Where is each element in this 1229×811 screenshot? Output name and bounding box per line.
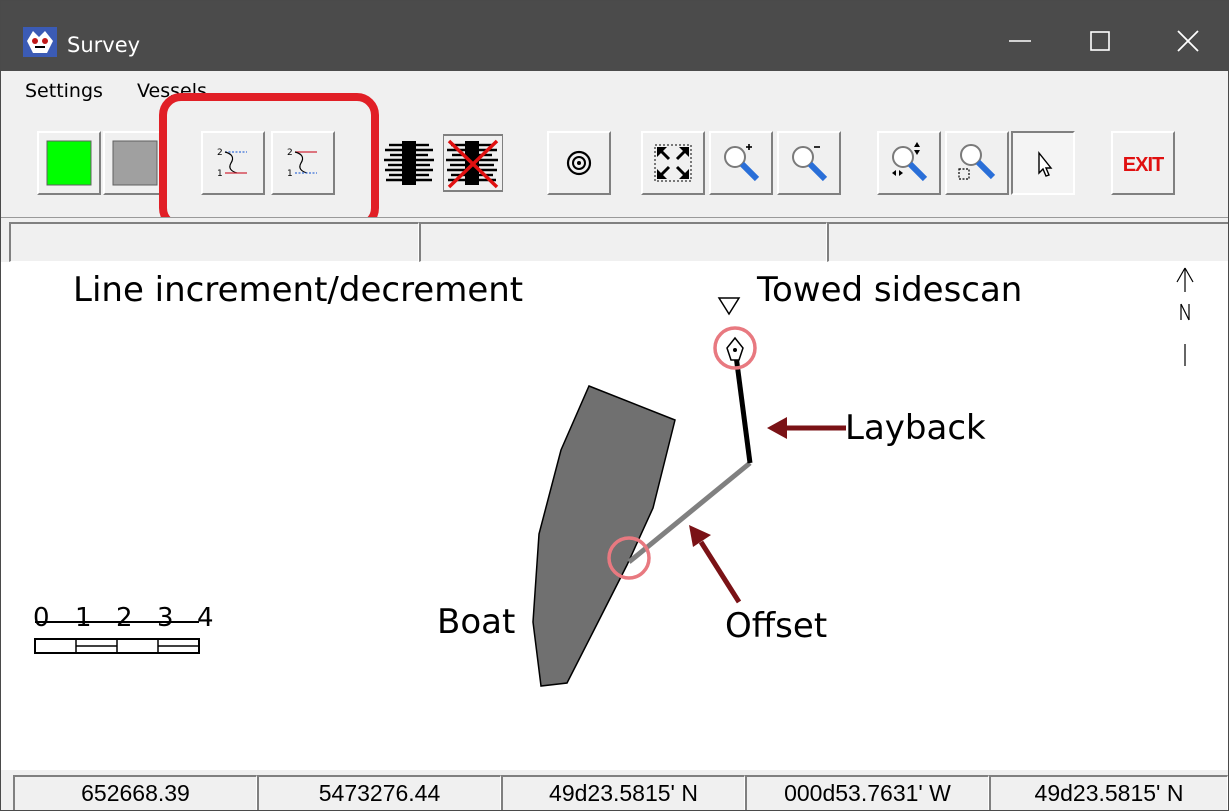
highlight-rectangle — [159, 93, 379, 230]
info-panel-2 — [419, 222, 827, 262]
scale-label-1: 1 — [75, 603, 92, 633]
close-icon — [1177, 30, 1199, 52]
map-drawing: 0 1 2 3 4 — [33, 267, 1194, 687]
scale-label-0: 0 — [33, 603, 50, 633]
pointer-icon — [1038, 151, 1053, 177]
zoom-window-icon — [958, 144, 996, 180]
status-latitude-2: 49d23.5815' N — [989, 775, 1228, 810]
zoom-extents-button[interactable] — [641, 131, 705, 195]
scale-label-4: 4 — [197, 603, 214, 633]
info-panel-3 — [827, 222, 1228, 262]
menu-settings[interactable]: Settings — [25, 80, 103, 102]
minimize-icon — [1009, 40, 1031, 42]
exit-label: EXIT — [1123, 154, 1164, 176]
sidescan-off-icon[interactable] — [443, 133, 503, 193]
pointer-button[interactable] — [1011, 131, 1075, 195]
towed-sidescan-annotation: Towed sidescan — [757, 270, 1023, 310]
zoom-out-icon — [792, 146, 828, 182]
status-northing: 5473276.44 — [257, 775, 501, 810]
offset-arrow — [698, 540, 742, 604]
map-canvas[interactable]: 0 1 2 3 4 Line increment/decrement Towed… — [1, 262, 1228, 770]
exit-button[interactable]: EXIT — [1111, 131, 1175, 195]
target-icon — [566, 150, 592, 176]
north-arrow-icon — [1176, 267, 1194, 366]
zoom-out-button[interactable] — [777, 131, 841, 195]
survey-window: Survey Settings Vessels 2 1 2 1 EXIT 0 1… — [0, 0, 1229, 811]
green-square-icon — [46, 140, 92, 186]
zoom-in-icon — [724, 144, 760, 182]
layback-annotation: Layback — [845, 408, 986, 448]
status-longitude: 000d53.7631' W — [745, 775, 989, 810]
app-icon — [23, 27, 57, 57]
gray-status-button[interactable] — [103, 131, 167, 195]
zoom-pan-icon — [892, 142, 928, 182]
exit-icon: EXIT — [1123, 154, 1165, 176]
close-button[interactable] — [1163, 21, 1213, 61]
scale-label-2: 2 — [116, 603, 133, 633]
info-panel-bar — [1, 217, 1228, 263]
zoom-window-button[interactable] — [945, 131, 1009, 195]
zoom-extents-icon — [654, 144, 692, 182]
minimize-button[interactable] — [995, 21, 1045, 61]
maximize-icon — [1090, 31, 1110, 51]
status-latitude: 49d23.5815' N — [501, 775, 745, 810]
target-button[interactable] — [547, 131, 611, 195]
maximize-button[interactable] — [1075, 21, 1125, 61]
title-bar[interactable]: Survey — [1, 1, 1228, 71]
window-title: Survey — [67, 33, 141, 57]
green-status-button[interactable] — [37, 131, 101, 195]
info-panel-1 — [9, 222, 419, 262]
status-easting: 652668.39 — [13, 775, 257, 810]
boat-shape — [532, 385, 676, 687]
status-bar: 652668.39 5473276.44 49d23.5815' N 000d5… — [1, 770, 1228, 810]
gray-square-icon — [112, 140, 158, 186]
line-incdec-annotation: Line increment/decrement — [73, 270, 524, 310]
zoom-in-button[interactable] — [709, 131, 773, 195]
zoom-pan-button[interactable] — [877, 131, 941, 195]
boat-annotation: Boat — [437, 602, 516, 642]
sidescan-display-icon[interactable] — [381, 133, 437, 193]
scale-label-3: 3 — [157, 603, 174, 633]
offset-annotation: Offset — [725, 606, 828, 646]
heading-triangle-icon — [717, 297, 741, 316]
